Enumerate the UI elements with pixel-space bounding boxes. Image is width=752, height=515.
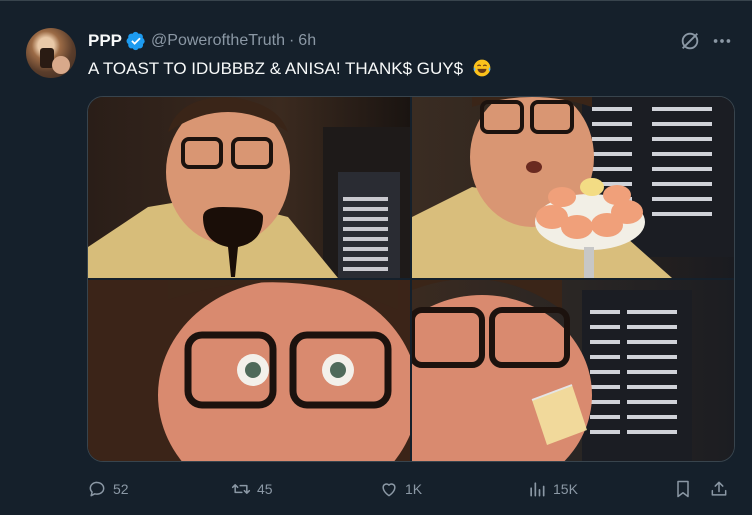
separator-dot: ·: [288, 32, 295, 49]
photo-3-image: [88, 280, 410, 461]
reply-count: 52: [113, 481, 129, 497]
photo-2-image: [412, 97, 734, 278]
reply-icon: [89, 481, 105, 497]
author-handle[interactable]: @PoweroftheTruth: [151, 32, 285, 50]
tweet-body: A TOAST TO IDUBBBZ & ANISA! THANK$ GUY$: [88, 59, 464, 78]
media-grid: [87, 96, 735, 462]
avatar-hand: [52, 56, 70, 74]
photo-4[interactable]: [412, 280, 734, 461]
author-name[interactable]: PPP: [88, 31, 122, 51]
heart-icon: [382, 483, 396, 497]
photo-1[interactable]: [88, 97, 410, 278]
views-count: 15K: [553, 481, 578, 497]
like-count: 1K: [405, 481, 423, 497]
bookmark-button[interactable]: [673, 476, 693, 502]
retweet-icon: [231, 484, 251, 494]
tweet-header: PPP @PoweroftheTruth · 6h: [88, 30, 316, 52]
avatar[interactable]: [26, 28, 76, 78]
divider: [0, 0, 752, 1]
bookmark-icon: [677, 480, 689, 498]
grok-icon[interactable]: [679, 30, 701, 52]
verified-badge-icon[interactable]: [126, 31, 146, 51]
retweet-count: 45: [257, 481, 273, 497]
action-bar: 52 45 1K 15K: [87, 476, 733, 502]
photo-2[interactable]: [412, 97, 734, 278]
photo-3[interactable]: [88, 280, 410, 461]
share-icon: [711, 481, 727, 496]
share-button[interactable]: [709, 476, 729, 502]
tears-of-joy-emoji-icon: [473, 59, 491, 77]
photo-1-image: [88, 97, 410, 278]
retweet-button[interactable]: 45: [231, 476, 273, 502]
more-icon[interactable]: [711, 30, 733, 52]
views-icon: [530, 482, 545, 497]
reply-button[interactable]: 52: [87, 476, 129, 502]
views-button[interactable]: 15K: [527, 476, 578, 502]
like-button[interactable]: 1K: [379, 476, 422, 502]
photo-4-image: [412, 280, 692, 461]
timestamp[interactable]: 6h: [298, 32, 316, 50]
tweet-text: A TOAST TO IDUBBBZ & ANISA! THANK$ GUY$: [88, 58, 492, 79]
